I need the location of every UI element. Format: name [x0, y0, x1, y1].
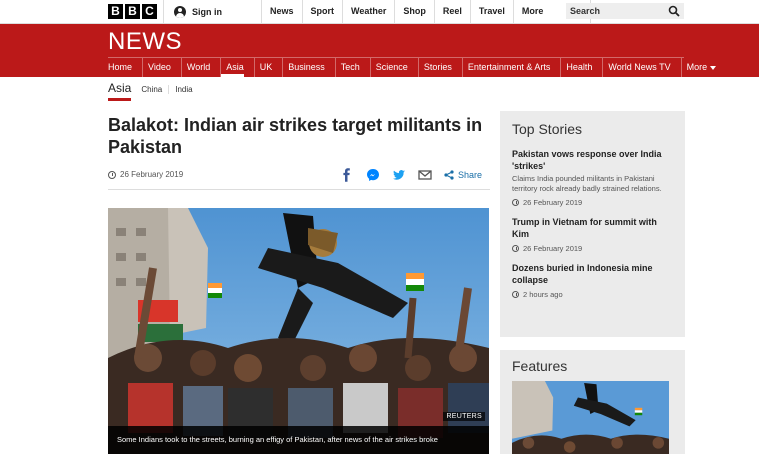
- nav-item-home[interactable]: Home: [108, 58, 132, 77]
- news-header: NEWS Home Video World Asia UK Business T…: [0, 24, 759, 77]
- nav-item-stories[interactable]: Stories: [417, 58, 452, 77]
- topnav-item-travel[interactable]: Travel: [469, 0, 513, 23]
- nav-item-health[interactable]: Health: [560, 58, 592, 77]
- bbc-logo[interactable]: B B C: [108, 4, 157, 19]
- clock-icon: [512, 291, 519, 298]
- nav-item-uk[interactable]: UK: [253, 58, 272, 77]
- top-story-item[interactable]: Pakistan vows response over India 'strik…: [512, 148, 673, 207]
- story-date-text: 26 February 2019: [523, 244, 583, 253]
- topnav-item-weather[interactable]: Weather: [342, 0, 394, 23]
- share-button[interactable]: Share: [444, 170, 482, 180]
- nav-item-business[interactable]: Business: [282, 58, 325, 77]
- signin-label: Sign in: [192, 6, 222, 17]
- article-hero-image: REUTERS Some Indians took to the streets…: [108, 208, 489, 454]
- article-headline: Balakot: Indian air strikes target milit…: [108, 115, 483, 157]
- section-title[interactable]: Asia: [108, 81, 132, 101]
- protest-photo: [108, 208, 489, 454]
- topnav-item-sport[interactable]: Sport: [301, 0, 343, 23]
- main-nav: Home Video World Asia UK Business Tech S…: [108, 58, 726, 77]
- top-stories-panel: Top Stories Pakistan vows response over …: [500, 111, 685, 337]
- nav-more-label: More: [686, 62, 708, 72]
- feature-photo: [512, 381, 669, 454]
- nav-item-asia[interactable]: Asia: [220, 58, 244, 77]
- topnav-item-shop[interactable]: Shop: [394, 0, 434, 23]
- share-tools: Share: [340, 168, 482, 182]
- twitter-icon[interactable]: [392, 168, 406, 182]
- email-icon[interactable]: [418, 168, 432, 182]
- image-credit: REUTERS: [443, 412, 485, 421]
- nav-item-world-news-tv[interactable]: World News TV: [602, 58, 671, 77]
- topnav-item-reel[interactable]: Reel: [433, 0, 470, 23]
- clock-icon: [108, 170, 116, 179]
- feature-thumbnail[interactable]: [512, 381, 669, 454]
- share-label: Share: [458, 170, 483, 180]
- search-placeholder: Search: [570, 6, 601, 16]
- top-nav: News Sport Weather Shop Reel Travel More: [261, 0, 591, 23]
- nav-item-tech[interactable]: Tech: [334, 58, 360, 77]
- story-date: 2 hours ago: [512, 290, 673, 299]
- subnav-item-china[interactable]: China: [141, 85, 168, 94]
- story-date-text: 2 hours ago: [523, 290, 563, 299]
- story-summary: Claims India pounded militants in Pakist…: [512, 174, 662, 193]
- article-meta: 26 February 2019 Share: [108, 166, 490, 190]
- top-stories-title: Top Stories: [512, 121, 583, 137]
- features-title: Features: [512, 358, 568, 374]
- logo-letter: C: [142, 4, 157, 19]
- user-icon: [174, 5, 186, 18]
- story-title[interactable]: Pakistan vows response over India 'strik…: [512, 148, 673, 172]
- top-story-item[interactable]: Trump in Vietnam for summit with Kim 26 …: [512, 216, 673, 253]
- nav-item-more[interactable]: More: [680, 58, 717, 77]
- features-panel: Features: [500, 350, 685, 454]
- news-title[interactable]: NEWS: [108, 28, 182, 56]
- nav-item-world[interactable]: World: [180, 58, 210, 77]
- subnav-item-india[interactable]: India: [168, 84, 198, 94]
- signin-link[interactable]: Sign in: [163, 0, 261, 23]
- chevron-down-icon: [710, 65, 717, 70]
- top-story-item[interactable]: Dozens buried in Indonesia mine collapse…: [512, 262, 673, 299]
- clock-icon: [512, 199, 519, 206]
- facebook-icon[interactable]: [340, 168, 354, 182]
- story-date: 26 February 2019: [512, 244, 673, 253]
- search-icon[interactable]: [668, 5, 680, 17]
- article-date: 26 February 2019: [108, 170, 183, 179]
- image-caption: Some Indians took to the streets, burnin…: [108, 426, 489, 454]
- logo-letter: B: [125, 4, 140, 19]
- search-input[interactable]: Search: [566, 3, 684, 19]
- story-title[interactable]: Trump in Vietnam for summit with Kim: [512, 216, 673, 240]
- bbc-top-bar: B B C Sign in News Sport Weather Shop Re…: [0, 0, 759, 24]
- story-date: 26 February 2019: [512, 198, 673, 207]
- logo-letter: B: [108, 4, 123, 19]
- topnav-more-label: More: [521, 6, 544, 16]
- messenger-icon[interactable]: [366, 168, 380, 182]
- article-date-text: 26 February 2019: [120, 170, 184, 179]
- topnav-item-news[interactable]: News: [261, 0, 302, 23]
- clock-icon: [512, 245, 519, 252]
- story-date-text: 26 February 2019: [523, 198, 583, 207]
- nav-item-science[interactable]: Science: [369, 58, 408, 77]
- nav-item-entertainment-arts[interactable]: Entertainment & Arts: [461, 58, 550, 77]
- share-icon: [444, 170, 454, 180]
- section-subnav: Asia China India: [108, 80, 199, 101]
- story-title[interactable]: Dozens buried in Indonesia mine collapse: [512, 262, 673, 286]
- nav-item-video[interactable]: Video: [142, 58, 171, 77]
